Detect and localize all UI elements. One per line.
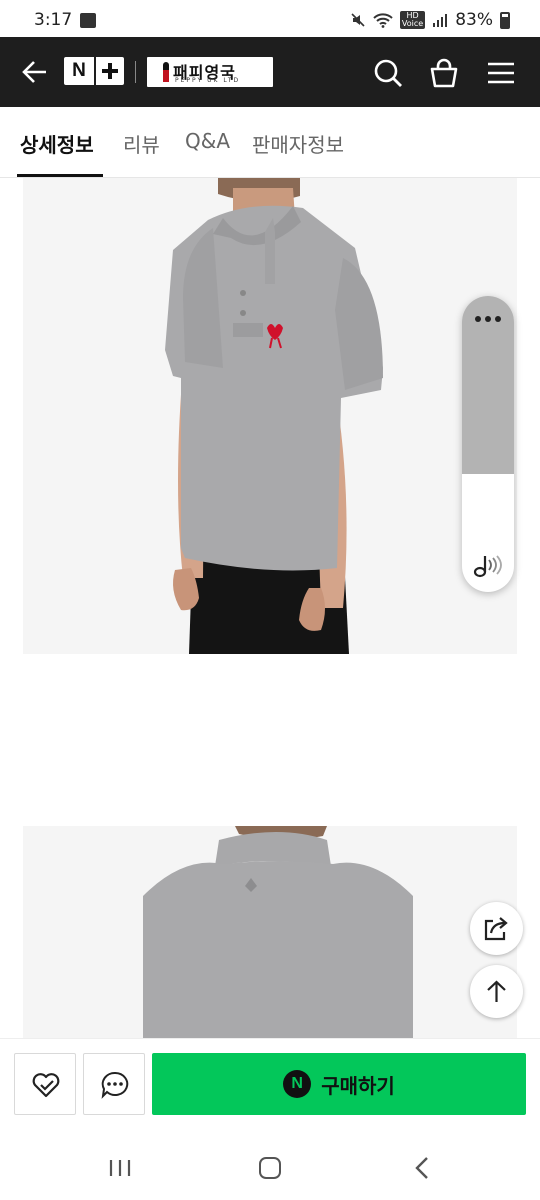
gallery-notification-icon <box>80 13 96 28</box>
scroll-to-top-button[interactable] <box>470 965 523 1018</box>
arrow-up-icon <box>487 980 506 1002</box>
naver-pay-icon: N <box>283 1070 312 1098</box>
status-time: 3:17 <box>34 10 73 30</box>
menu-icon[interactable] <box>485 57 517 89</box>
store-subtitle: PEPPY UK LTD <box>175 77 241 84</box>
share-icon <box>484 917 508 941</box>
royal-guard-icon <box>163 62 169 82</box>
recent-apps-icon[interactable] <box>108 1158 132 1178</box>
signal-icon <box>433 14 448 27</box>
back-arrow-icon[interactable] <box>20 57 50 87</box>
panel-handle-area[interactable] <box>462 296 514 474</box>
wishlist-button[interactable] <box>14 1053 76 1115</box>
store-logo[interactable]: 패피영국 PEPPY UK LTD <box>147 57 273 87</box>
heart-check-icon <box>32 1073 60 1098</box>
product-detail-content[interactable] <box>0 178 540 1038</box>
nplus-logo[interactable]: N <box>64 57 124 85</box>
app-header: N 패피영국 PEPPY UK LTD <box>0 37 540 107</box>
tab-details[interactable]: 상세정보 <box>20 129 94 158</box>
shopping-bag-icon[interactable] <box>428 57 460 89</box>
search-icon[interactable] <box>372 57 404 89</box>
chat-bubble-icon <box>101 1071 129 1099</box>
header-divider <box>135 61 136 83</box>
chat-button[interactable] <box>83 1053 145 1115</box>
audio-read-icon[interactable] <box>472 550 504 580</box>
floating-side-panel[interactable] <box>462 296 514 592</box>
tab-active-indicator <box>17 174 103 177</box>
system-navigation-bar <box>0 1130 540 1200</box>
status-bar: 3:17 HD Voice 83% <box>0 0 540 40</box>
home-icon[interactable] <box>259 1157 281 1179</box>
tab-seller-info[interactable]: 판매자정보 <box>252 129 344 158</box>
system-back-icon[interactable] <box>414 1156 430 1180</box>
battery-percent: 83% <box>455 10 493 30</box>
nplus-n-letter: N <box>72 60 86 81</box>
buy-button[interactable]: N 구매하기 <box>152 1053 526 1115</box>
product-photo-back <box>23 826 517 1038</box>
product-photo-front <box>23 178 517 654</box>
share-button[interactable] <box>470 902 523 955</box>
tab-qna[interactable]: Q&A <box>185 129 230 153</box>
battery-icon <box>500 11 510 29</box>
tab-reviews[interactable]: 리뷰 <box>123 129 160 158</box>
buy-button-label: 구매하기 <box>321 1073 395 1098</box>
wifi-icon <box>373 13 393 28</box>
plus-icon <box>96 57 124 85</box>
more-dots-icon[interactable] <box>475 316 501 322</box>
hd-voice-badge: HD Voice <box>399 11 426 29</box>
purchase-bar: N 구매하기 <box>0 1038 540 1130</box>
mute-icon <box>351 13 365 27</box>
product-tabs: 상세정보 리뷰 Q&A 판매자정보 <box>0 107 540 178</box>
status-right: HD Voice 83% <box>350 10 510 30</box>
